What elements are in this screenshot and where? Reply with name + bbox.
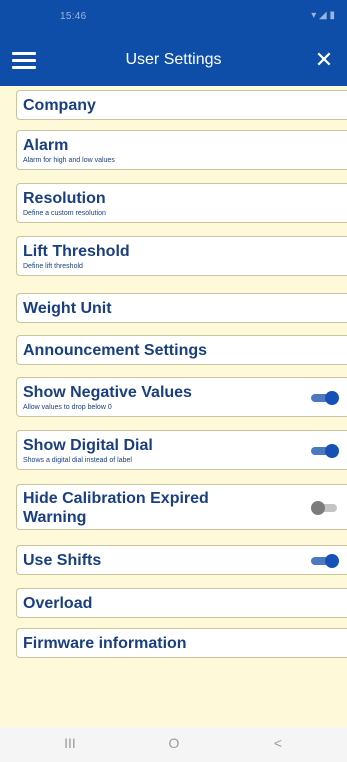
status-time: 15:46 xyxy=(60,11,87,22)
setting-title: Firmware information xyxy=(23,635,187,652)
status-icons: ▾ ◢ ▮ xyxy=(311,10,335,21)
setting-show-digital-dial[interactable]: Show Digital Dial Shows a digital dial i… xyxy=(16,430,347,470)
setting-title-line1: Hide Calibration Expired xyxy=(23,490,209,507)
setting-title: Company xyxy=(23,97,96,114)
app-bar: User Settings ✕ xyxy=(0,36,347,86)
show-digital-dial-toggle[interactable] xyxy=(311,444,339,458)
setting-title-line2: Warning xyxy=(23,509,87,526)
toggle-knob xyxy=(311,501,325,515)
toggle-knob xyxy=(325,554,339,568)
setting-title: Show Digital Dial xyxy=(23,437,153,454)
setting-firmware-information[interactable]: Firmware information xyxy=(16,628,347,658)
setting-use-shifts[interactable]: Use Shifts xyxy=(16,545,347,575)
status-bar: 15:46 ▾ ◢ ▮ xyxy=(0,0,347,36)
home-button[interactable]: O xyxy=(162,735,186,751)
setting-overload[interactable]: Overload xyxy=(16,588,347,618)
setting-subtitle: Define a custom resolution xyxy=(23,210,106,217)
system-nav-bar: III O < xyxy=(0,727,347,762)
setting-subtitle: Alarm for high and low values xyxy=(23,157,115,164)
setting-alarm[interactable]: Alarm Alarm for high and low values xyxy=(16,130,347,170)
setting-title: Weight Unit xyxy=(23,300,112,317)
toggle-knob xyxy=(325,391,339,405)
hide-calibration-expired-warning-toggle[interactable] xyxy=(311,501,339,515)
setting-resolution[interactable]: Resolution Define a custom resolution xyxy=(16,183,347,223)
use-shifts-toggle[interactable] xyxy=(311,554,339,568)
setting-show-negative-values[interactable]: Show Negative Values Allow values to dro… xyxy=(16,377,347,417)
setting-announcement-settings[interactable]: Announcement Settings xyxy=(16,335,347,365)
setting-title: Resolution xyxy=(23,190,106,207)
back-button[interactable]: < xyxy=(266,735,290,751)
toggle-knob xyxy=(325,444,339,458)
setting-lift-threshold[interactable]: Lift Threshold Define lift threshold xyxy=(16,236,347,276)
setting-title: Announcement Settings xyxy=(23,342,208,359)
setting-company[interactable]: Company xyxy=(16,90,347,120)
setting-weight-unit[interactable]: Weight Unit xyxy=(16,293,347,323)
recents-button[interactable]: III xyxy=(58,735,82,751)
setting-subtitle: Shows a digital dial instead of label xyxy=(23,457,132,464)
setting-subtitle: Allow values to drop below 0 xyxy=(23,404,112,411)
setting-title: Alarm xyxy=(23,137,69,154)
setting-subtitle: Define lift threshold xyxy=(23,263,83,270)
setting-title: Show Negative Values xyxy=(23,384,192,401)
setting-hide-calibration-expired-warning[interactable]: Hide Calibration Expired Warning xyxy=(16,484,347,530)
show-negative-values-toggle[interactable] xyxy=(311,391,339,405)
setting-title: Overload xyxy=(23,595,93,612)
page-title: User Settings xyxy=(125,51,222,68)
setting-title: Lift Threshold xyxy=(23,243,130,260)
setting-title: Use Shifts xyxy=(23,552,102,569)
close-icon[interactable]: ✕ xyxy=(313,49,335,71)
